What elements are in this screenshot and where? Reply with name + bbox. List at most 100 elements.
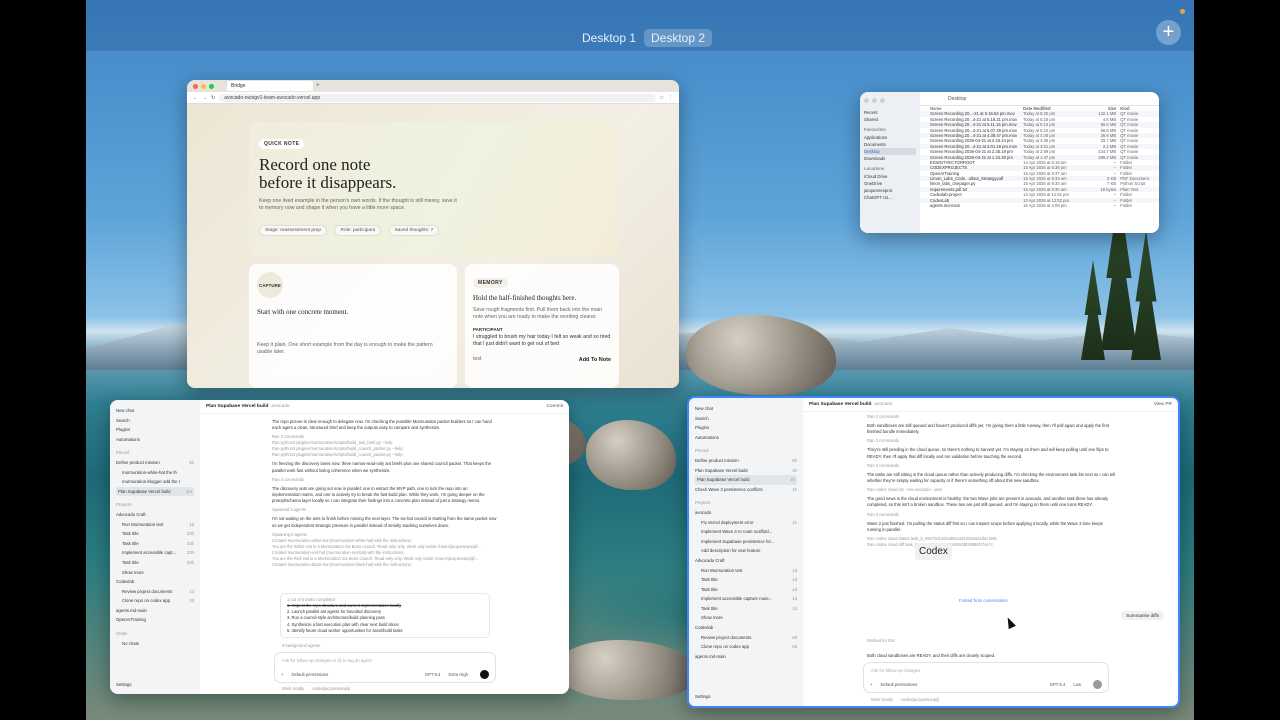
sidebar-item[interactable]: agents.md-main [116, 606, 194, 616]
command-summary[interactable]: Created murmuration-black-hat (murmurati… [272, 562, 497, 568]
command-summary[interactable]: You are the Red Hat in a Murmuration Six… [272, 556, 497, 562]
command-summary[interactable]: Ran 3 commands [867, 512, 1118, 518]
sidebar-item[interactable]: Run Murmuration test 1d [695, 566, 797, 576]
worked-for[interactable]: Worked for 53s [867, 638, 895, 644]
zoom-window-icon[interactable] [209, 83, 214, 89]
command-summary[interactable]: Ran 3 commands [867, 463, 1118, 469]
model-select[interactable]: GPT-5.4 [1050, 682, 1066, 687]
sidebar-item[interactable]: OpenAITraining [116, 615, 194, 625]
sidebar-item[interactable]: agents.md-main [695, 652, 797, 662]
attach-icon[interactable]: + [870, 682, 872, 687]
effort-select[interactable]: Extra High [448, 672, 468, 677]
background-agents[interactable]: 9 background agents [282, 643, 320, 649]
command-summary[interactable]: Ran 4 commands [272, 477, 497, 483]
sidebar-item[interactable]: Implement Wave 3 AI route scaffold... [695, 527, 797, 537]
effort-select[interactable]: Low [1073, 682, 1081, 687]
codex-window-left[interactable]: New chat Search Plugins Automations Pinned De… [110, 400, 569, 694]
command-summary[interactable]: Ran 2 commands [867, 414, 1118, 420]
finder-window[interactable]: Recent Shared Favourites Applications Docume… [860, 92, 1159, 233]
sidebar-item[interactable]: Review project documents 1d [116, 587, 194, 597]
sidebar-item[interactable]: Plan Supabase Vercel build 2h [695, 466, 797, 476]
model-select[interactable]: GPT-5.4 [425, 672, 441, 677]
attach-icon[interactable]: + [281, 672, 283, 677]
sidebar-item[interactable]: Search [695, 414, 797, 424]
sidebar-item[interactable]: avocado [695, 508, 797, 518]
sidebar-item[interactable]: Clone repo on codex app 2d [116, 596, 194, 606]
add-space-button[interactable]: + [1156, 20, 1181, 45]
sidebar-item[interactable]: Task title 1d [695, 575, 797, 585]
sidebar-item[interactable]: Plan Supabase Vercel build 2h [695, 475, 797, 485]
sidebar-item[interactable]: Show more [695, 613, 797, 623]
sidebar-item[interactable]: Plugins [116, 425, 194, 435]
composer-input[interactable]: Ask for follow-up changes [864, 663, 1108, 678]
bookmark-star-icon[interactable]: ☆ [660, 95, 664, 101]
close-window-icon[interactable] [193, 83, 198, 89]
sidebar-item[interactable]: OneDrive [864, 180, 916, 187]
sidebar-item[interactable]: Clone repo on codex app 8d [695, 642, 797, 652]
close-window-icon[interactable] [864, 98, 869, 103]
sidebar-item[interactable]: Advocado Craft [116, 510, 194, 520]
zoom-window-icon[interactable] [880, 98, 885, 103]
sidebar-item[interactable]: Task title 23h [116, 558, 194, 568]
send-icon[interactable] [1093, 680, 1102, 689]
browser-tab[interactable]: Bridge [227, 81, 313, 91]
sidebar-item[interactable]: Search [116, 416, 194, 426]
minimize-window-icon[interactable] [201, 83, 206, 89]
command-summary[interactable]: You are the White Hat in a Murmuration S… [272, 544, 497, 550]
sidebar-item[interactable]: ChatGPT Us... [864, 194, 916, 201]
file-row[interactable]: agents.md-main 15 Apr 2026 at 4:08 pm -- Fo… [920, 203, 1159, 208]
sidebar-item[interactable]: Define product mission 5h [116, 458, 194, 468]
work-locally-select[interactable]: Work locally [282, 686, 304, 692]
composer-input[interactable]: Ask for follow-up changes or @ to tag an… [275, 653, 495, 668]
sidebar-item[interactable]: Downloads [864, 155, 916, 162]
sidebar-item[interactable]: Automations [116, 435, 194, 445]
sidebar-item[interactable]: jacquesresprot [864, 187, 916, 194]
branch-select[interactable]: codex/jacquesvanpijl [901, 697, 939, 703]
sidebar-item[interactable]: Check Wave 3 persistence conflicts 1h [695, 485, 797, 495]
sidebar-item[interactable]: Add description for new feature [695, 546, 797, 556]
menu-dots-icon[interactable]: ⋮ [668, 95, 673, 101]
sidebar-item[interactable]: Plugins [695, 423, 797, 433]
summarise-diffs-button[interactable]: Summarise diffs [1121, 611, 1164, 620]
sidebar-item[interactable]: murmuration-blogger add the t [116, 477, 194, 487]
sidebar-item[interactable]: Implement Supabase persistence for... [695, 537, 797, 547]
settings-button[interactable]: Settings [116, 680, 132, 690]
sidebar-item[interactable]: Task title 1d [695, 604, 797, 614]
space-desktop-1[interactable]: Desktop 1 [575, 29, 643, 47]
permissions-select[interactable]: Default permissions [880, 682, 917, 687]
branch-select[interactable]: codex/jacquesvanpijl [312, 686, 350, 692]
sidebar-item[interactable]: Codexlab [695, 623, 797, 633]
back-icon[interactable]: ← [193, 95, 198, 101]
sidebar-item[interactable]: Advocado Craft [695, 556, 797, 566]
sidebar-item[interactable]: Task title 23h [116, 529, 194, 539]
sidebar-item[interactable]: Plan Supabase Vercel build 1m [116, 486, 194, 497]
browser-window[interactable]: Bridge + ← → ↻ avocado-nunigv1-team-avoc… [187, 80, 679, 388]
sidebar-item[interactable]: murmuration-white-hat the th [116, 468, 194, 478]
view-pr-button[interactable]: View PR [1154, 402, 1172, 407]
work-locally-select[interactable]: Work locally [871, 697, 893, 703]
sidebar-item[interactable]: Shared [864, 116, 916, 123]
composer[interactable]: Ask for follow-up changes + Default perm… [863, 662, 1109, 693]
sidebar-item[interactable]: No chats [116, 639, 194, 649]
reload-icon[interactable]: ↻ [211, 95, 215, 101]
command-summary[interactable]: Spawned 3 agents [272, 507, 497, 513]
sidebar-item[interactable]: Define product mission 5h [695, 456, 797, 466]
minimize-window-icon[interactable] [872, 98, 877, 103]
sidebar-item[interactable]: New chat [116, 406, 194, 416]
sidebar-item[interactable]: Show more [116, 568, 194, 578]
sidebar-item[interactable]: Review project documents 8d [695, 633, 797, 643]
sidebar-item[interactable]: Automations [695, 433, 797, 443]
new-tab-icon[interactable]: + [316, 83, 320, 89]
command-summary[interactable]: Ran codex cloud list --env avocado --jso… [867, 487, 1118, 493]
sidebar-item[interactable]: Implement accessible capture route... 1d [695, 594, 797, 604]
sidebar-item[interactable]: iCloud Drive [864, 173, 916, 180]
sidebar-item[interactable]: Codexlab [116, 577, 194, 587]
space-desktop-2[interactable]: Desktop 2 [644, 29, 713, 47]
sidebar-item[interactable]: Desktop [864, 148, 916, 156]
sidebar-item[interactable]: Documents [864, 141, 916, 148]
sidebar-item[interactable]: Fix Vercel deployment error 1h [695, 518, 797, 528]
note-input[interactable]: test [473, 356, 481, 363]
forked-from-conversation[interactable]: Forked from conversation [959, 598, 1008, 603]
sidebar-item[interactable]: Task title 1d [695, 585, 797, 595]
settings-button[interactable]: Settings [695, 692, 711, 702]
